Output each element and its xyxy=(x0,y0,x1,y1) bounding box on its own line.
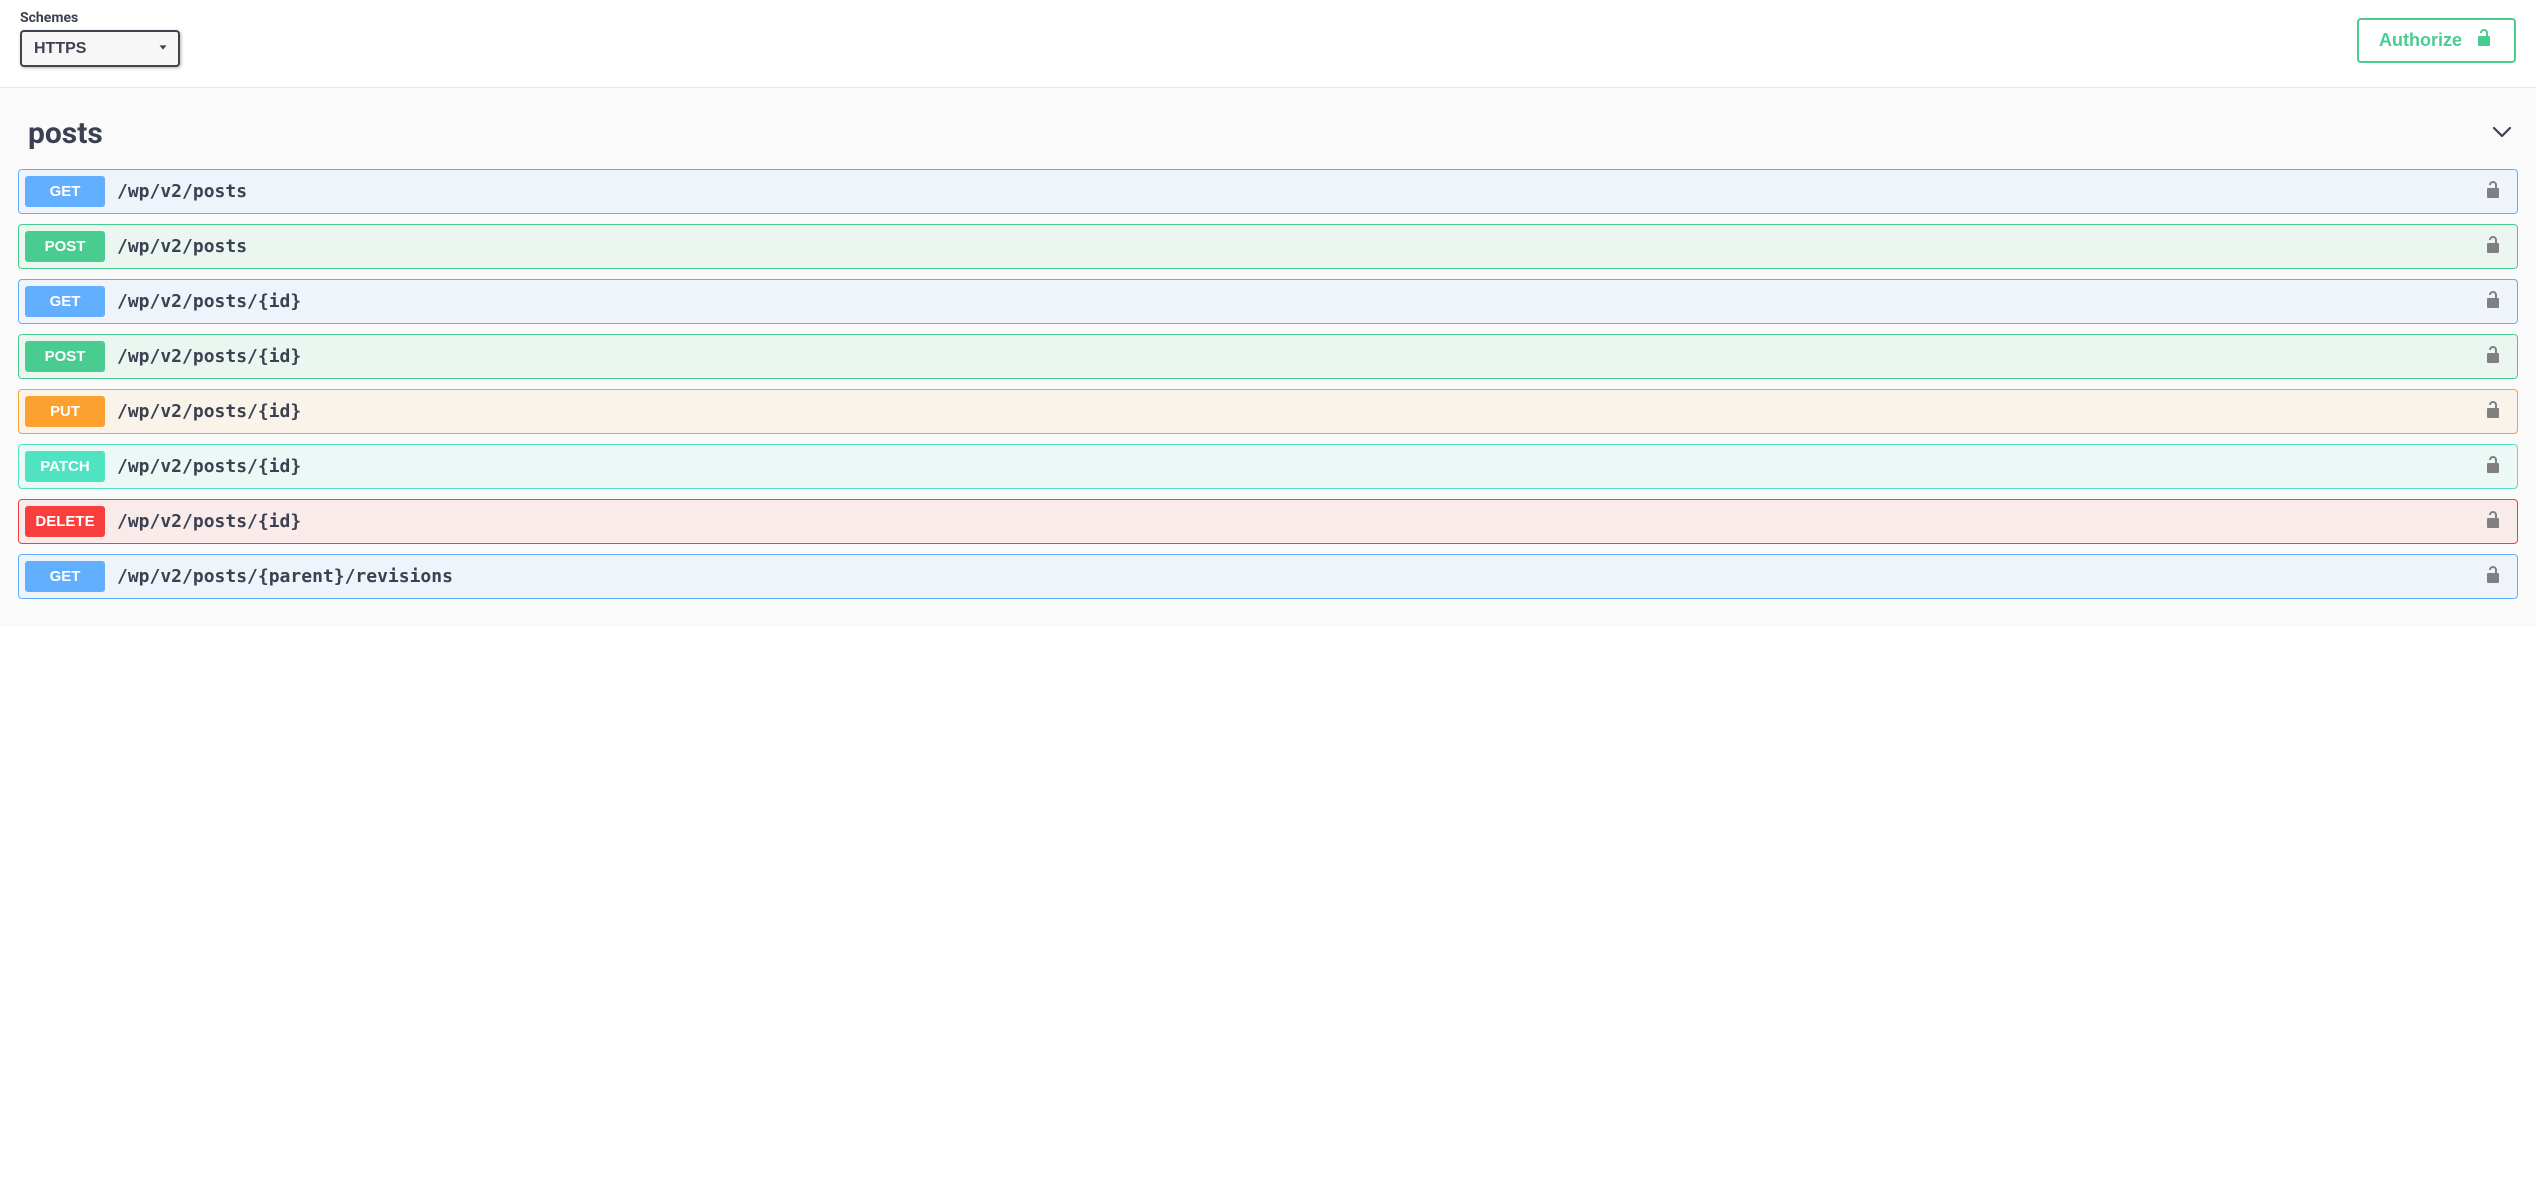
top-bar: Schemes HTTPS Authorize xyxy=(0,0,2536,88)
operation-path: /wp/v2/posts/{id} xyxy=(117,346,2483,367)
operation-summary: PATCH /wp/v2/posts/{id} xyxy=(19,445,2517,488)
operation-summary: POST /wp/v2/posts xyxy=(19,225,2517,268)
unlock-icon[interactable] xyxy=(2483,290,2503,314)
schemes-select-wrap: HTTPS xyxy=(20,30,180,67)
method-badge: DELETE xyxy=(25,506,105,537)
method-badge: POST xyxy=(25,231,105,262)
operation-path: /wp/v2/posts xyxy=(117,236,2483,257)
tag-title: posts xyxy=(28,116,103,151)
method-badge: POST xyxy=(25,341,105,372)
authorize-label: Authorize xyxy=(2379,30,2462,51)
operation-path: /wp/v2/posts/{id} xyxy=(117,456,2483,477)
operation-block[interactable]: GET /wp/v2/posts/{id} xyxy=(18,279,2518,324)
operation-summary: DELETE /wp/v2/posts/{id} xyxy=(19,500,2517,543)
chevron-down-icon xyxy=(2490,120,2514,148)
unlock-icon[interactable] xyxy=(2483,510,2503,534)
operation-block[interactable]: POST /wp/v2/posts xyxy=(18,224,2518,269)
method-badge: GET xyxy=(25,286,105,317)
content-area: posts GET /wp/v2/posts POST /wp/v2/posts… xyxy=(0,88,2536,627)
operation-summary: PUT /wp/v2/posts/{id} xyxy=(19,390,2517,433)
operation-summary: GET /wp/v2/posts xyxy=(19,170,2517,213)
unlock-icon[interactable] xyxy=(2483,235,2503,259)
unlock-icon[interactable] xyxy=(2483,400,2503,424)
operation-block[interactable]: GET /wp/v2/posts xyxy=(18,169,2518,214)
operation-path: /wp/v2/posts/{id} xyxy=(117,511,2483,532)
method-badge: PUT xyxy=(25,396,105,427)
unlock-icon[interactable] xyxy=(2483,345,2503,369)
unlock-icon[interactable] xyxy=(2483,180,2503,204)
operation-path: /wp/v2/posts/{id} xyxy=(117,401,2483,422)
method-badge: GET xyxy=(25,176,105,207)
operation-summary: GET /wp/v2/posts/{parent}/revisions xyxy=(19,555,2517,598)
schemes-block: Schemes HTTPS xyxy=(20,10,180,67)
tag-header[interactable]: posts xyxy=(18,106,2518,169)
operation-summary: GET /wp/v2/posts/{id} xyxy=(19,280,2517,323)
operations-list: GET /wp/v2/posts POST /wp/v2/posts GET /… xyxy=(18,169,2518,599)
unlock-icon[interactable] xyxy=(2483,565,2503,589)
unlock-icon xyxy=(2474,28,2494,53)
method-badge: GET xyxy=(25,561,105,592)
authorize-button[interactable]: Authorize xyxy=(2357,18,2516,63)
method-badge: PATCH xyxy=(25,451,105,482)
schemes-select[interactable]: HTTPS xyxy=(20,30,180,67)
operation-block[interactable]: PUT /wp/v2/posts/{id} xyxy=(18,389,2518,434)
operation-path: /wp/v2/posts xyxy=(117,181,2483,202)
operation-path: /wp/v2/posts/{parent}/revisions xyxy=(117,566,2483,587)
operation-block[interactable]: PATCH /wp/v2/posts/{id} xyxy=(18,444,2518,489)
operation-block[interactable]: GET /wp/v2/posts/{parent}/revisions xyxy=(18,554,2518,599)
operation-summary: POST /wp/v2/posts/{id} xyxy=(19,335,2517,378)
operation-block[interactable]: DELETE /wp/v2/posts/{id} xyxy=(18,499,2518,544)
schemes-label: Schemes xyxy=(20,10,180,26)
unlock-icon[interactable] xyxy=(2483,455,2503,479)
operation-path: /wp/v2/posts/{id} xyxy=(117,291,2483,312)
operation-block[interactable]: POST /wp/v2/posts/{id} xyxy=(18,334,2518,379)
